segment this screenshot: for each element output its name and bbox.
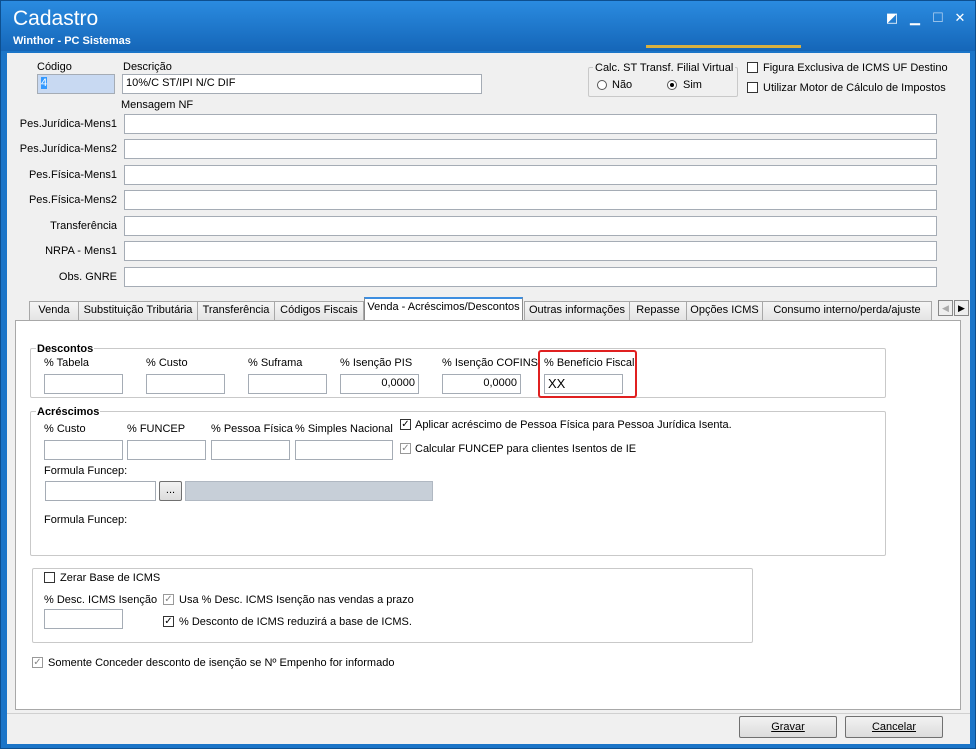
acrescimos-title: Acréscimos — [36, 406, 101, 418]
acr-custo-input[interactable] — [44, 440, 123, 460]
acr-pessoa-fisica-input[interactable] — [211, 440, 290, 460]
mens-input-2[interactable] — [124, 165, 937, 185]
figura-exclusiva-checkbox[interactable] — [747, 62, 758, 73]
formula-funcep-lookup-button[interactable]: ... — [159, 481, 182, 501]
desc-beneficio-fiscal-label: % Benefício Fiscal — [544, 357, 635, 369]
somente-conceder-label: Somente Conceder desconto de isenção se … — [48, 657, 395, 669]
tab-panel: Descontos % Tabela % Custo % Suframa % I… — [15, 320, 961, 710]
calcular-funcep-label: Calcular FUNCEP para clientes Isentos de… — [415, 443, 637, 455]
desc-custo-label: % Custo — [146, 357, 188, 369]
descricao-label: Descrição — [123, 61, 172, 73]
figura-exclusiva-label: Figura Exclusiva de ICMS UF Destino — [763, 62, 948, 74]
maximize-icon[interactable]: ☐ — [930, 11, 946, 25]
calc-st-sim-radio[interactable] — [667, 80, 677, 90]
window-subtitle: Winthor - PC Sistemas — [13, 35, 131, 47]
codigo-input[interactable]: 4 — [37, 74, 115, 94]
formula-funcep-description — [185, 481, 433, 501]
somente-conceder-checkbox[interactable]: ✓ — [32, 657, 43, 668]
desconto-reduz-checkbox[interactable]: ✓ — [163, 616, 174, 627]
zerar-base-label: Zerar Base de ICMS — [60, 572, 164, 584]
cancelar-label: Cancelar — [871, 721, 917, 733]
zerar-base-checkbox[interactable] — [44, 572, 55, 583]
acr-custo-label: % Custo — [44, 423, 86, 435]
tab-substituicao-tributaria[interactable]: Substituição Tributária — [78, 301, 198, 320]
restore-icon[interactable]: ◩ — [884, 11, 900, 25]
descontos-title: Descontos — [36, 343, 95, 355]
mens-label-3: Pes.Física-Mens2 — [28, 194, 117, 206]
desc-custo-input[interactable] — [146, 374, 225, 394]
mens-label-0: Pes.Jurídica-Mens1 — [19, 118, 117, 130]
descricao-input[interactable]: 10%/C ST/IPI N/C DIF — [122, 74, 482, 94]
gravar-label: Gravar — [771, 721, 805, 733]
calc-st-nao-label: Não — [612, 79, 633, 91]
mens-input-1[interactable] — [124, 139, 937, 159]
desc-isencao-cofins-input[interactable]: 0,0000 — [442, 374, 521, 394]
desc-tabela-input[interactable] — [44, 374, 123, 394]
mens-label-4: Transferência — [50, 220, 117, 232]
mens-label-5: NRPA - Mens1 — [45, 245, 117, 257]
calc-st-title: Calc. ST Transf. Filial Virtual — [593, 62, 736, 74]
desc-suframa-input[interactable] — [248, 374, 327, 394]
mens-input-0[interactable] — [124, 114, 937, 134]
mens-input-4[interactable] — [124, 216, 937, 236]
mens-input-5[interactable] — [124, 241, 937, 261]
tab-scroll-left-icon[interactable]: ◀ — [938, 300, 953, 316]
aplicar-acrescimo-label: Aplicar acréscimo de Pessoa Física para … — [415, 419, 732, 431]
form-area: Código 4 Descrição 10%/C ST/IPI N/C DIF … — [7, 53, 970, 744]
formula-funcep-label: Formula Funcep: — [44, 465, 128, 477]
mens-label-1: Pes.Jurídica-Mens2 — [19, 143, 117, 155]
tab-transferencia[interactable]: Transferência — [197, 301, 275, 320]
calc-st-sim-label: Sim — [683, 79, 702, 91]
utilizar-motor-label: Utilizar Motor de Cálculo de Impostos — [763, 82, 946, 94]
acr-funcep-label: % FUNCEP — [127, 423, 186, 435]
desc-isencao-pis-input[interactable]: 0,0000 — [340, 374, 419, 394]
acr-simples-nacional-label: % Simples Nacional — [295, 423, 393, 435]
usa-desc-checkbox[interactable]: ✓ — [163, 594, 174, 605]
acr-funcep-input[interactable] — [127, 440, 206, 460]
tab-consumo-interno[interactable]: Consumo interno/perda/ajuste — [762, 301, 932, 320]
desc-isencao-cofins-label: % Isenção COFINS — [442, 357, 538, 369]
mens-label-2: Pes.Física-Mens1 — [28, 169, 117, 181]
utilizar-motor-checkbox[interactable] — [747, 82, 758, 93]
desc-tabela-label: % Tabela — [44, 357, 90, 369]
tab-venda[interactable]: Venda — [29, 301, 79, 320]
mens-input-3[interactable] — [124, 190, 937, 210]
formula-funcep-label-2: Formula Funcep: — [44, 514, 128, 526]
desconto-reduz-label: % Desconto de ICMS reduzirá a base de IC… — [179, 616, 412, 628]
tab-outras-informacoes[interactable]: Outras informações — [524, 301, 630, 320]
cancelar-button[interactable]: Cancelar — [845, 716, 943, 738]
tab-opcoes-icms[interactable]: Opções ICMS — [686, 301, 763, 320]
tab-scroll-right-icon[interactable]: ▶ — [954, 300, 969, 316]
acr-pessoa-fisica-label: % Pessoa Física — [211, 423, 293, 435]
formula-funcep-input[interactable] — [45, 481, 156, 501]
codigo-label: Código — [37, 61, 72, 73]
tab-repasse[interactable]: Repasse — [629, 301, 687, 320]
close-icon[interactable]: ✕ — [952, 11, 968, 25]
aplicar-acrescimo-checkbox[interactable]: ✓ — [400, 419, 411, 430]
tab-venda-acrescimos-descontos[interactable]: Venda - Acréscimos/Descontos — [364, 297, 523, 321]
window-title: Cadastro — [13, 7, 99, 30]
footer-divider — [7, 713, 970, 714]
app-window: Cadastro Winthor - PC Sistemas ◩ ▁ ☐ ✕ C… — [0, 0, 976, 749]
usa-desc-label: Usa % Desc. ICMS Isenção nas vendas a pr… — [179, 594, 414, 606]
title-bar: Cadastro Winthor - PC Sistemas ◩ ▁ ☐ ✕ — [1, 1, 975, 51]
gravar-button[interactable]: Gravar — [739, 716, 837, 738]
desc-icms-isencao-input[interactable] — [44, 609, 123, 629]
desc-isencao-pis-label: % Isenção PIS — [340, 357, 413, 369]
mens-input-6[interactable] — [124, 267, 937, 287]
desc-beneficio-fiscal-input[interactable]: XX — [544, 374, 623, 394]
minimize-icon[interactable]: ▁ — [907, 11, 923, 25]
acr-simples-nacional-input[interactable] — [295, 440, 393, 460]
calcular-funcep-checkbox[interactable]: ✓ — [400, 443, 411, 454]
desc-suframa-label: % Suframa — [248, 357, 303, 369]
calc-st-nao-radio[interactable] — [597, 80, 607, 90]
title-accent — [646, 45, 801, 48]
mensagem-nf-label: Mensagem NF — [121, 99, 194, 111]
mens-label-6: Obs. GNRE — [58, 271, 117, 283]
desc-icms-isencao-label: % Desc. ICMS Isenção — [44, 594, 158, 606]
tab-strip: Venda Substituição Tributária Transferên… — [15, 296, 972, 321]
tab-codigos-fiscais[interactable]: Códigos Fiscais — [274, 301, 364, 320]
